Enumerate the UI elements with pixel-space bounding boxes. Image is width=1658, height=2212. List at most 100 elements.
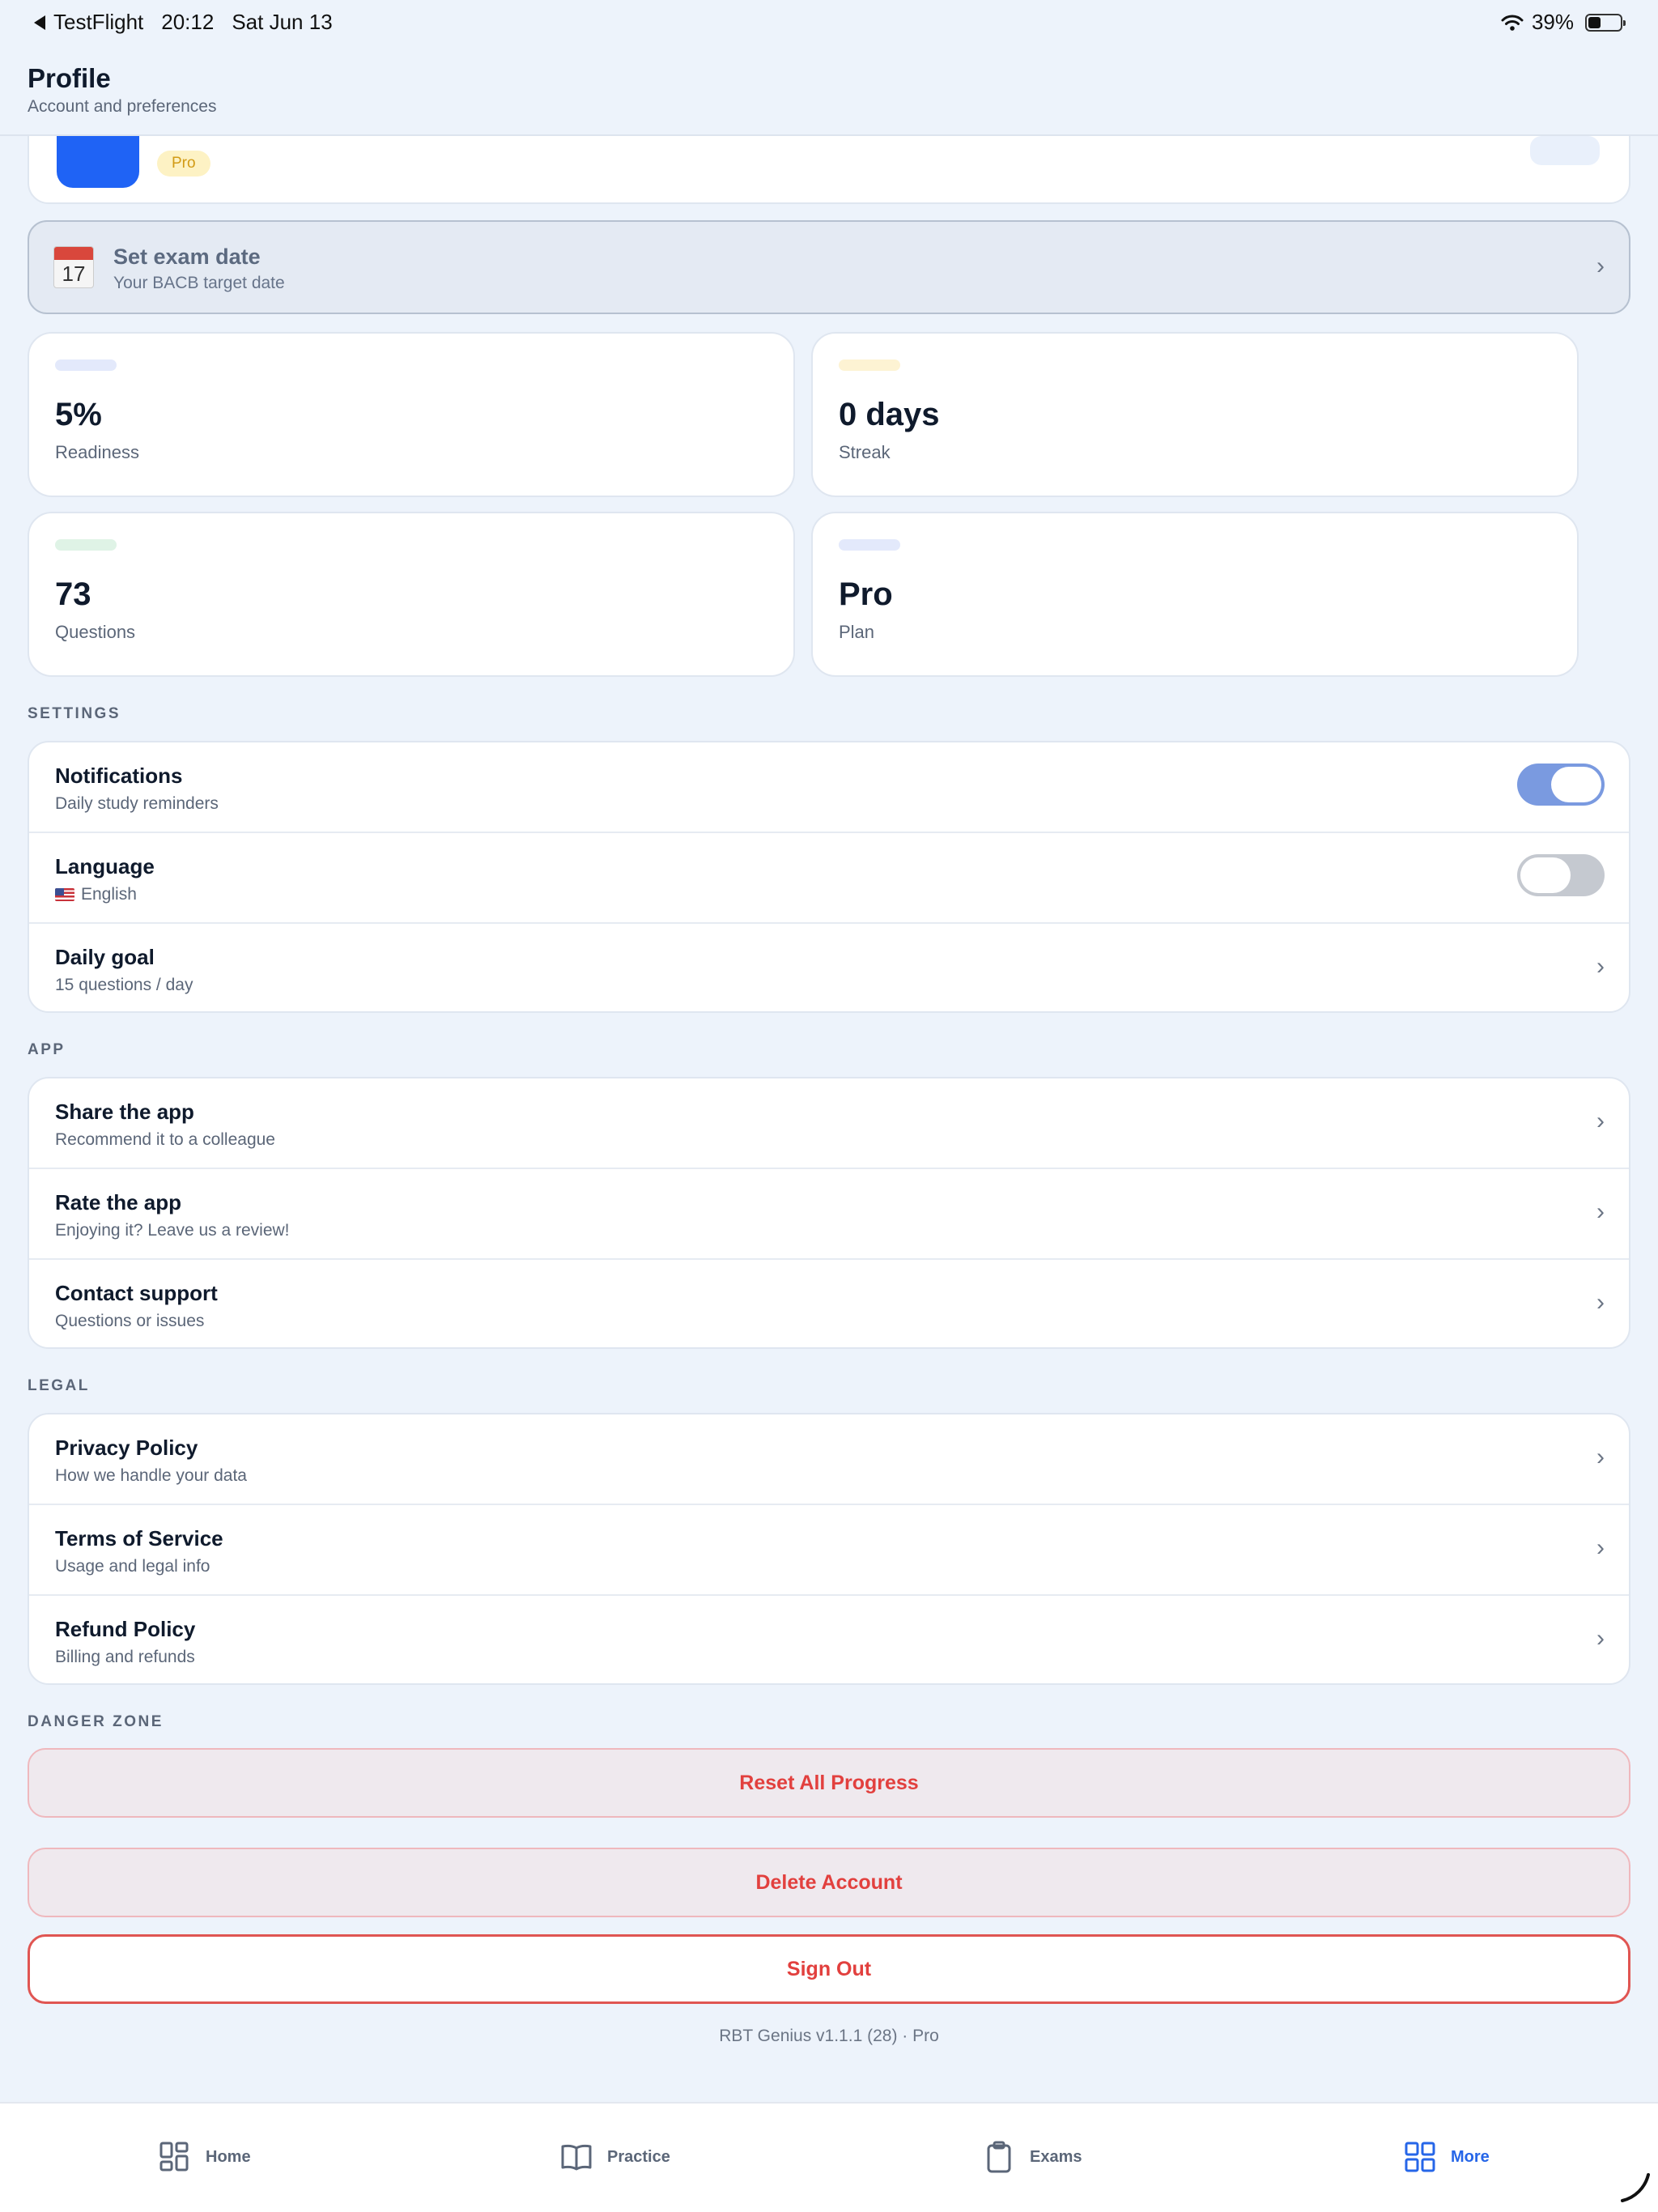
chevron-right-icon: › [1596, 1625, 1605, 1652]
book-icon [561, 2144, 592, 2171]
settings-row-language[interactable]: Language English [29, 833, 1629, 924]
back-app-label[interactable]: TestFlight [53, 10, 143, 35]
stat-card-questions: 73 Questions [28, 512, 795, 677]
settings-row-daily-goal[interactable]: Daily goal 15 questions / day › [29, 924, 1629, 1015]
battery-icon [1585, 13, 1626, 32]
battery-percent: 39% [1531, 10, 1574, 34]
app-row-support[interactable]: Contact support Questions or issues › [29, 1260, 1629, 1351]
back-arrow-icon[interactable] [34, 15, 45, 30]
row-title: Privacy Policy [55, 1436, 198, 1460]
row-subtitle: 15 questions / day [55, 976, 193, 994]
stat-value: 5% [55, 397, 102, 432]
plan-badge: Pro [157, 151, 210, 177]
sign-out-button[interactable]: Sign Out [28, 1934, 1630, 2004]
status-date: Sat Jun 13 [232, 10, 333, 34]
row-subtitle: Billing and refunds [55, 1648, 195, 1666]
legal-row-refund[interactable]: Refund Policy Billing and refunds › [29, 1596, 1629, 1687]
us-flag-icon [55, 888, 74, 901]
row-subtitle: Daily study reminders [55, 794, 219, 813]
chevron-right-icon: › [1596, 1289, 1605, 1316]
calendar-icon: 17 [53, 246, 94, 288]
stat-value: 73 [55, 576, 91, 612]
exam-date-title: Set exam date [113, 245, 261, 269]
home-grid-icon [159, 2142, 189, 2172]
calendar-day: 17 [62, 262, 86, 286]
stat-accent-bar [839, 539, 900, 551]
stat-card-streak: 0 days Streak [811, 332, 1579, 497]
status-bar: TestFlight 20:12 Sat Jun 13 39% [0, 0, 1658, 45]
wifi-icon [1501, 15, 1524, 31]
language-value: English [81, 885, 137, 904]
tab-practice[interactable]: Practice [560, 2141, 670, 2173]
tab-bar: Home Practice Exams More [0, 2102, 1658, 2212]
status-right: 39% [1501, 10, 1626, 35]
row-title: Contact support [55, 1281, 218, 1305]
chevron-right-icon: › [1596, 1198, 1605, 1225]
chevron-right-icon: › [1596, 1534, 1605, 1561]
chevron-right-icon: › [1596, 253, 1605, 279]
stat-accent-bar [839, 359, 900, 371]
more-grid-icon [1405, 2142, 1435, 2172]
tab-label: Exams [1030, 2147, 1082, 2166]
settings-row-notifications[interactable]: Notifications Daily study reminders [29, 742, 1629, 833]
app-version: RBT Genius v1.1.1 (28) · Pro [719, 2027, 939, 2045]
row-subtitle: Recommend it to a colleague [55, 1130, 275, 1149]
legal-row-terms[interactable]: Terms of Service Usage and legal info › [29, 1505, 1629, 1596]
settings-group: Notifications Daily study reminders Lang… [28, 741, 1630, 1013]
row-title: Rate the app [55, 1190, 182, 1214]
row-subtitle: English [55, 885, 137, 904]
legal-group: Privacy Policy How we handle your data ›… [28, 1413, 1630, 1685]
row-subtitle: Questions or issues [55, 1312, 205, 1330]
stat-card-readiness: 5% Readiness [28, 332, 795, 497]
app-row-share[interactable]: Share the app Recommend it to a colleagu… [29, 1078, 1629, 1169]
page-title: Profile [28, 63, 111, 93]
exam-date-subtitle: Your BACB target date [113, 274, 285, 292]
section-heading-settings: SETTINGS [28, 705, 121, 722]
page-subtitle: Account and preferences [28, 97, 217, 116]
page-header: Profile Account and preferences [0, 45, 1658, 136]
row-title: Language [55, 854, 155, 878]
status-time: 20:12 [161, 10, 215, 34]
section-heading-legal: LEGAL [28, 1377, 90, 1394]
legal-row-privacy[interactable]: Privacy Policy How we handle your data › [29, 1414, 1629, 1505]
row-subtitle: Usage and legal info [55, 1557, 210, 1576]
section-heading-app: APP [28, 1041, 66, 1058]
profile-edit-button[interactable] [1530, 136, 1600, 165]
set-exam-date-row[interactable]: 17 Set exam date Your BACB target date › [28, 220, 1630, 314]
delete-account-button[interactable]: Delete Account [28, 1848, 1630, 1917]
chevron-right-icon: › [1596, 1108, 1605, 1134]
stat-accent-bar [55, 539, 117, 551]
language-toggle[interactable] [1517, 854, 1605, 896]
notifications-toggle[interactable] [1517, 764, 1605, 806]
tab-label: More [1451, 2147, 1490, 2166]
row-title: Notifications [55, 764, 183, 788]
tab-more[interactable]: More [1404, 2141, 1490, 2173]
app-row-rate[interactable]: Rate the app Enjoying it? Leave us a rev… [29, 1169, 1629, 1260]
row-title: Daily goal [55, 945, 155, 969]
stat-value: Pro [839, 576, 893, 612]
stat-label: Streak [839, 442, 891, 462]
row-subtitle: Enjoying it? Leave us a review! [55, 1221, 290, 1240]
row-title: Share the app [55, 1100, 194, 1124]
stat-label: Questions [55, 622, 136, 642]
chevron-right-icon: › [1596, 953, 1605, 980]
stat-card-plan: Pro Plan [811, 512, 1579, 677]
row-subtitle: How we handle your data [55, 1466, 247, 1485]
tab-exams[interactable]: Exams [983, 2141, 1082, 2173]
row-title: Terms of Service [55, 1526, 223, 1551]
app-group: Share the app Recommend it to a colleagu… [28, 1077, 1630, 1349]
section-heading-danger: DANGER ZONE [28, 1713, 164, 1730]
tab-home[interactable]: Home [159, 2141, 251, 2173]
home-indicator-icon [1621, 2173, 1650, 2202]
stat-value: 0 days [839, 397, 940, 432]
stat-accent-bar [55, 359, 117, 371]
row-title: Refund Policy [55, 1617, 196, 1641]
tab-label: Practice [607, 2147, 670, 2166]
clipboard-icon [987, 2141, 1011, 2173]
chevron-right-icon: › [1596, 1444, 1605, 1470]
tab-label: Home [206, 2147, 251, 2166]
reset-progress-button[interactable]: Reset All Progress [28, 1748, 1630, 1818]
stat-label: Plan [839, 622, 875, 642]
stat-label: Readiness [55, 442, 139, 462]
status-left[interactable]: TestFlight 20:12 Sat Jun 13 [34, 10, 351, 35]
